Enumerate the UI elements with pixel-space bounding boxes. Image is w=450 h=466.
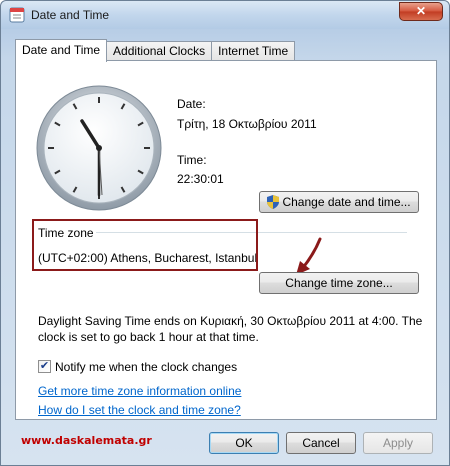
more-time-zone-info-link[interactable]: Get more time zone information online — [38, 384, 241, 398]
change-date-time-label: Change date and time... — [282, 195, 411, 209]
date-time-dialog: Date and Time ✕ Date and Time Additional… — [0, 0, 450, 466]
cancel-button[interactable]: Cancel — [286, 432, 356, 454]
notify-label[interactable]: Notify me when the clock changes — [55, 360, 237, 374]
pointer-arrow-icon — [296, 237, 322, 275]
window-title: Date and Time — [31, 8, 110, 22]
title-bar[interactable]: Date and Time ✕ — [1, 1, 449, 29]
dst-text-line2: clock is set to go back 1 hour at that t… — [38, 330, 259, 344]
change-date-time-button[interactable]: Change date and time... — [259, 191, 419, 213]
dst-text-line1: Daylight Saving Time ends on Κυριακή, 30… — [38, 314, 423, 328]
how-to-set-clock-link[interactable]: How do I set the clock and time zone? — [38, 403, 241, 417]
change-time-zone-button[interactable]: Change time zone... — [259, 272, 419, 294]
time-zone-highlight-box — [32, 219, 258, 271]
tab-date-and-time[interactable]: Date and Time — [15, 39, 108, 62]
date-label: Date: — [177, 97, 206, 111]
close-button[interactable]: ✕ — [399, 2, 443, 21]
uac-shield-icon — [267, 195, 280, 209]
analog-clock-icon — [36, 85, 162, 211]
time-label: Time: — [177, 153, 207, 167]
ok-button[interactable]: OK — [209, 432, 279, 454]
tab-internet-time[interactable]: Internet Time — [211, 41, 296, 61]
date-value: Τρίτη, 18 Οκτωβρίου 2011 — [177, 117, 317, 131]
time-value: 22:30:01 — [177, 172, 224, 186]
tab-panel: Date: Τρίτη, 18 Οκτωβρίου 2011 Time: 22:… — [15, 60, 437, 420]
notify-checkbox[interactable]: ✔ — [38, 360, 51, 373]
tab-additional-clocks[interactable]: Additional Clocks — [106, 41, 213, 61]
apply-button[interactable]: Apply — [363, 432, 433, 454]
close-icon: ✕ — [415, 4, 427, 18]
watermark-text: www.daskalemata.gr — [21, 434, 152, 447]
tab-strip: Date and Time Additional Clocks Internet… — [15, 39, 296, 62]
checkmark-icon: ✔ — [39, 360, 50, 372]
clock-app-icon — [9, 7, 25, 23]
